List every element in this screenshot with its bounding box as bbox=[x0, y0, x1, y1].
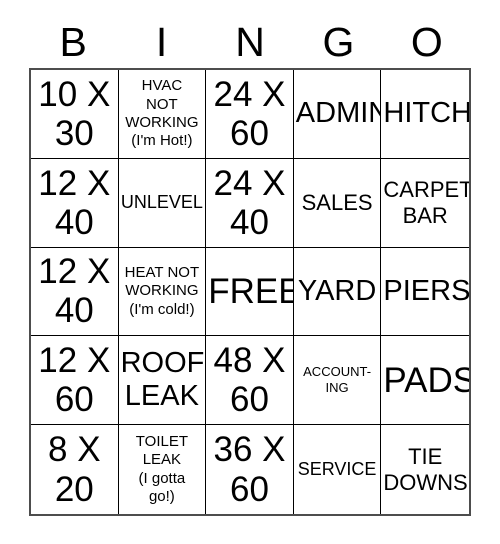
bingo-cell-label: ADMIN bbox=[295, 97, 382, 130]
bingo-cell-label: 10 X 30 bbox=[38, 74, 111, 153]
bingo-cell[interactable]: YARD bbox=[293, 247, 382, 337]
bingo-cell[interactable]: 12 X 40 bbox=[31, 247, 119, 337]
bingo-cell[interactable]: CARPET BAR bbox=[381, 158, 469, 248]
bingo-cell[interactable]: 12 X 40 bbox=[31, 158, 119, 248]
bingo-cell-label: PADS bbox=[383, 360, 469, 400]
bingo-cell[interactable]: SALES bbox=[293, 158, 382, 248]
header-letter-o: O bbox=[410, 18, 443, 65]
bingo-cell-label: HVAC NOT WORKING (I'm Hot!) bbox=[125, 77, 199, 150]
bingo-cell-label: 12 X 60 bbox=[38, 341, 111, 420]
bingo-cell-label: 48 X 60 bbox=[213, 341, 286, 420]
bingo-cell-label: PIERS bbox=[383, 274, 469, 307]
bingo-cell-label: 8 X 20 bbox=[48, 430, 101, 509]
header-letter-b: B bbox=[59, 18, 87, 65]
bingo-cell[interactable]: 48 X 60 bbox=[206, 336, 294, 426]
bingo-cell-label: ACCOUNT- ING bbox=[303, 364, 372, 396]
bingo-cell[interactable]: ADMIN bbox=[293, 70, 382, 159]
bingo-cell[interactable]: 24 X 60 bbox=[206, 70, 294, 159]
bingo-cell-label: UNLEVEL bbox=[120, 191, 203, 212]
bingo-cell-label: 12 X 40 bbox=[38, 252, 111, 331]
bingo-cell[interactable]: 8 X 20 bbox=[31, 425, 119, 514]
bingo-cell-label: HEAT NOT WORKING (I'm cold!) bbox=[124, 264, 200, 318]
bingo-cell-label: 24 X 40 bbox=[213, 163, 286, 242]
bingo-cell[interactable]: ROOF LEAK bbox=[118, 336, 207, 426]
bingo-header-row: B I N G O bbox=[29, 16, 471, 68]
bingo-cell-label: FREE! bbox=[208, 271, 293, 311]
bingo-cell-label: SERVICE bbox=[297, 458, 377, 479]
bingo-cell-label: HITCH bbox=[383, 97, 469, 130]
bingo-cell-label: YARD bbox=[297, 274, 377, 307]
bingo-cell[interactable]: PIERS bbox=[381, 247, 469, 337]
bingo-cell[interactable]: 10 X 30 bbox=[31, 70, 119, 159]
bingo-cell[interactable]: HEAT NOT WORKING (I'm cold!) bbox=[118, 247, 207, 337]
bingo-cell-label: 36 X 60 bbox=[213, 430, 286, 509]
bingo-cell[interactable]: HVAC NOT WORKING (I'm Hot!) bbox=[118, 70, 207, 159]
header-letter-g: G bbox=[322, 18, 355, 65]
header-letter-i: I bbox=[155, 18, 168, 65]
bingo-card: B I N G O 10 X 30 HVAC NOT WORKING (I'm H… bbox=[0, 0, 500, 544]
bingo-grid: 10 X 30 HVAC NOT WORKING (I'm Hot!) 24 X 6… bbox=[29, 68, 471, 516]
bingo-cell-label: TOILET LEAK (I gotta go!) bbox=[135, 433, 189, 505]
bingo-cell-label: ROOF LEAK bbox=[120, 347, 205, 413]
bingo-cell-label: CARPET BAR bbox=[383, 177, 469, 228]
bingo-cell[interactable]: 24 X 40 bbox=[206, 158, 294, 248]
bingo-cell[interactable]: TOILET LEAK (I gotta go!) bbox=[118, 425, 207, 514]
bingo-cell[interactable]: FREE! bbox=[206, 247, 294, 337]
bingo-cell[interactable]: 36 X 60 bbox=[206, 425, 294, 514]
bingo-cell-label: TIE DOWNS bbox=[383, 444, 468, 495]
bingo-cell[interactable]: HITCH bbox=[381, 70, 469, 159]
bingo-cell-label: SALES bbox=[301, 189, 373, 215]
bingo-cell-label: 12 X 40 bbox=[38, 163, 111, 242]
header-letter-n: N bbox=[235, 18, 265, 65]
bingo-cell[interactable]: SERVICE bbox=[293, 425, 382, 514]
bingo-cell[interactable]: 12 X 60 bbox=[31, 336, 119, 426]
bingo-cell-label: 24 X 60 bbox=[213, 74, 286, 153]
bingo-cell[interactable]: PADS bbox=[381, 336, 469, 426]
bingo-cell[interactable]: UNLEVEL bbox=[118, 158, 207, 248]
bingo-cell[interactable]: TIE DOWNS bbox=[381, 425, 469, 514]
bingo-cell[interactable]: ACCOUNT- ING bbox=[293, 336, 382, 426]
